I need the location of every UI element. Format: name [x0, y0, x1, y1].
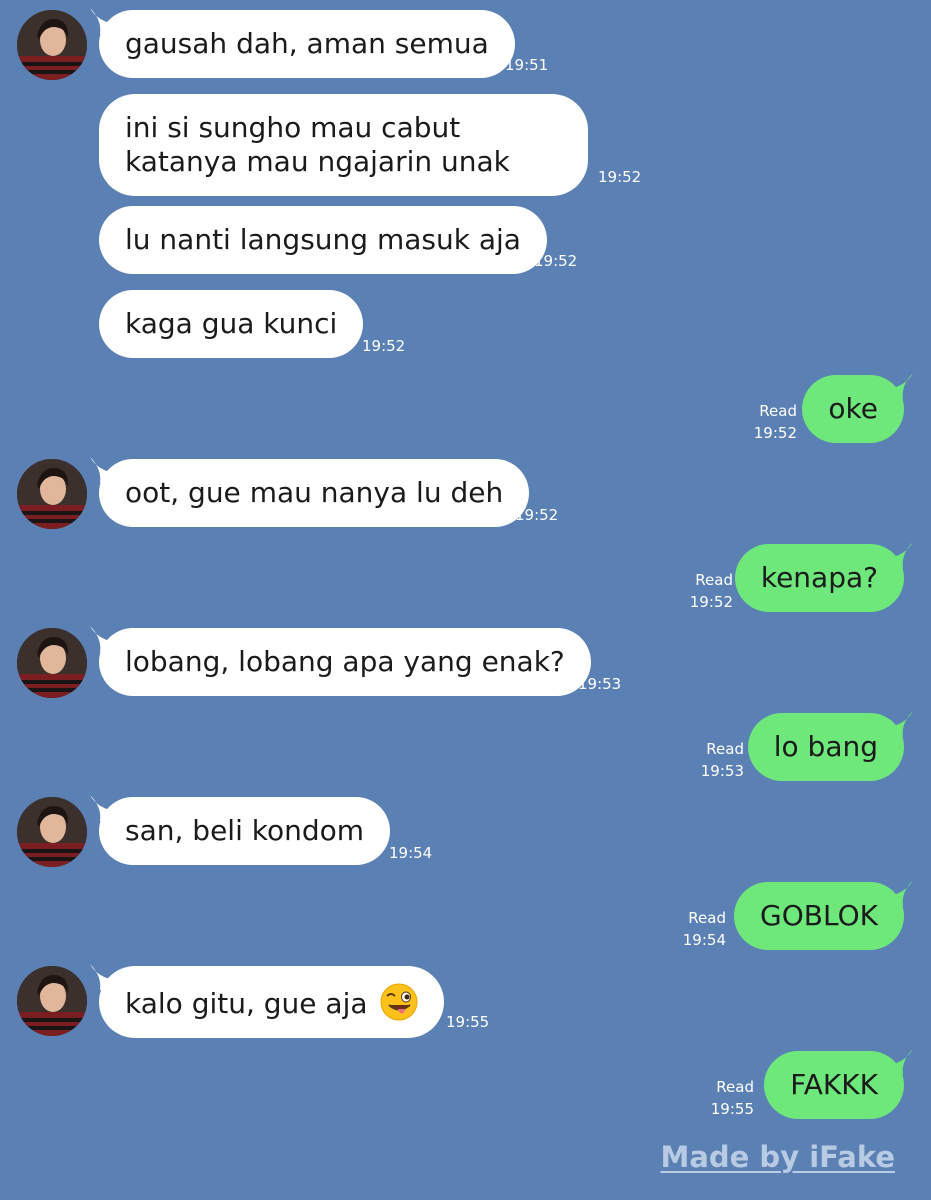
contact-avatar[interactable] [17, 797, 87, 867]
message-time: 19:55 [446, 1013, 490, 1031]
message-time: 19:52 [515, 506, 559, 524]
message-bubble-outgoing[interactable]: FAKKK [764, 1051, 904, 1119]
message-meta: Read 19:52 [754, 400, 797, 444]
avatar-photo-icon [17, 797, 87, 867]
message-text: lobang, lobang apa yang enak? [125, 645, 565, 678]
message-bubble-incoming[interactable]: gausah dah, aman semua [99, 10, 515, 78]
read-receipt: Read [716, 1078, 754, 1096]
avatar-photo-icon [17, 966, 87, 1036]
message-bubble-incoming[interactable]: ini si sungho mau cabut katanya mau ngaj… [99, 94, 588, 196]
message-text: kenapa? [760, 561, 878, 594]
winking-face-with-tongue-icon [380, 983, 418, 1021]
message-time: 19:52 [689, 593, 733, 611]
bubble-tail [887, 711, 913, 737]
message-time: 19:55 [710, 1100, 754, 1118]
bubble-tail [887, 373, 913, 399]
bubble-tail [887, 880, 913, 906]
avatar-photo-icon [17, 628, 87, 698]
contact-avatar[interactable] [17, 966, 87, 1036]
bubble-tail [887, 542, 913, 568]
watermark-link[interactable]: Made by iFake [660, 1140, 895, 1174]
message-bubble-incoming[interactable]: kaga gua kunci [99, 290, 364, 358]
message-meta: Read 19:54 [683, 907, 726, 951]
contact-avatar[interactable] [17, 459, 87, 529]
message-meta: Read 19:53 [701, 738, 744, 782]
read-receipt: Read [706, 740, 744, 758]
bubble-tail [887, 1049, 913, 1075]
chat-thread: gausah dah, aman semua 19:51 ini si sung… [0, 0, 931, 1200]
message-bubble-incoming[interactable]: lu nanti langsung masuk aja [99, 206, 547, 274]
message-time: 19:52 [362, 337, 406, 355]
message-time: 19:53 [578, 675, 622, 693]
message-text: oot, gue mau nanya lu deh [125, 476, 504, 509]
message-bubble-outgoing[interactable]: lo bang [747, 713, 904, 781]
message-time: 19:54 [682, 931, 726, 949]
message-text: lu nanti langsung masuk aja [125, 223, 521, 256]
contact-avatar[interactable] [17, 628, 87, 698]
message-text: kalo gitu, gue aja [125, 987, 368, 1020]
message-bubble-outgoing[interactable]: GOBLOK [734, 882, 904, 950]
message-bubble-incoming[interactable]: san, beli kondom [99, 797, 391, 865]
message-bubble-incoming[interactable]: kalo gitu, gue aja [99, 966, 445, 1038]
message-time: 19:52 [753, 424, 797, 442]
read-receipt: Read [695, 571, 733, 589]
avatar-photo-icon [17, 459, 87, 529]
message-time: 19:54 [389, 844, 433, 862]
message-time: 19:52 [534, 252, 578, 270]
message-text: GOBLOK [760, 899, 878, 932]
avatar-photo-icon [17, 10, 87, 80]
message-text: kaga gua kunci [125, 307, 338, 340]
message-text: san, beli kondom [125, 814, 365, 847]
read-receipt: Read [759, 402, 797, 420]
read-receipt: Read [688, 909, 726, 927]
message-time: 19:51 [505, 56, 549, 74]
message-bubble-outgoing[interactable]: kenapa? [734, 544, 904, 612]
message-time: 19:53 [700, 762, 744, 780]
message-bubble-incoming[interactable]: oot, gue mau nanya lu deh [99, 459, 530, 527]
message-text: oke [828, 392, 878, 425]
contact-avatar[interactable] [17, 10, 87, 80]
message-text: gausah dah, aman semua [125, 27, 489, 60]
message-text: FAKKK [790, 1068, 878, 1101]
message-text: lo bang [773, 730, 878, 763]
message-meta: Read 19:55 [711, 1076, 754, 1120]
message-time: 19:52 [598, 168, 642, 186]
message-bubble-incoming[interactable]: lobang, lobang apa yang enak? [99, 628, 591, 696]
message-meta: Read 19:52 [690, 569, 733, 613]
message-text: ini si sungho mau cabut katanya mau ngaj… [125, 111, 510, 178]
